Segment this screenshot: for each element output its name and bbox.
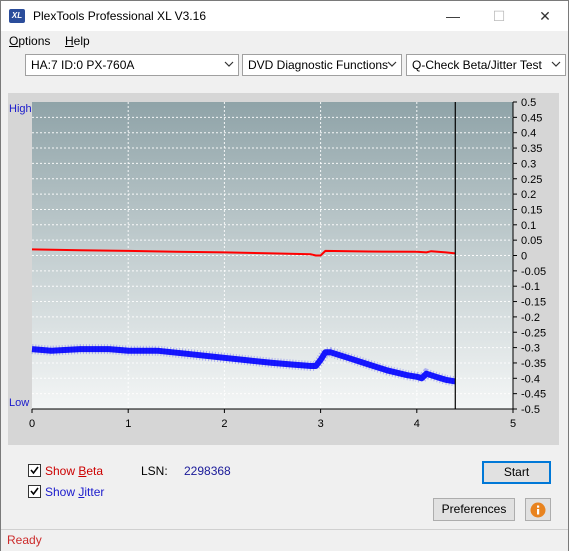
status-text: Ready (7, 533, 42, 547)
x-tick-label: 0 (29, 418, 35, 430)
y-tick-label: 0.15 (521, 204, 542, 216)
y-tick-label: 0.4 (521, 128, 536, 140)
drive-select-value: HA:7 ID:0 PX-760A (31, 58, 135, 72)
chevron-down-icon (551, 61, 561, 67)
menu-bar: Options Help (1, 31, 568, 51)
x-tick-label: 4 (414, 418, 420, 430)
app-icon: XL (9, 9, 25, 23)
y-tick-label: 0.25 (521, 174, 542, 186)
start-button[interactable]: Start (482, 461, 551, 484)
preferences-button[interactable]: Preferences (433, 498, 515, 521)
main-window: XL PlexTools Professional XL V3.16 — ☐ ✕… (0, 0, 569, 551)
y-tick-label: -0.4 (521, 373, 540, 385)
y-tick-label: -0.35 (521, 358, 546, 370)
info-icon (530, 502, 546, 518)
y-tick-label: -0.05 (521, 266, 546, 278)
function-select-value: DVD Diagnostic Functions (248, 58, 389, 72)
show-jitter-checkbox[interactable] (28, 485, 41, 498)
y-tick-label: 0.35 (521, 143, 542, 155)
lsn-label: LSN: (141, 464, 168, 478)
x-tick-label: 2 (221, 418, 227, 430)
window-title: PlexTools Professional XL V3.16 (33, 9, 206, 23)
checkmark-icon (30, 487, 39, 496)
info-button[interactable] (525, 498, 551, 521)
y-low-label: Low (9, 397, 29, 409)
y-tick-label: -0.2 (521, 312, 540, 324)
y-tick-label: 0 (521, 251, 527, 263)
checkmark-icon (30, 466, 39, 475)
y-tick-label: -0.45 (521, 389, 546, 401)
test-select-value: Q-Check Beta/Jitter Test (412, 58, 542, 72)
menu-options[interactable]: Options (9, 34, 50, 48)
y-tick-label: 0.05 (521, 235, 542, 247)
beta-jitter-chart: 0.5 0.45 0.4 0.35 0.3 0.25 0.2 0.15 0.1 0.05 0 -0.0… (9, 97, 546, 430)
close-button[interactable]: ✕ (522, 1, 568, 31)
y-tick-label: -0.1 (521, 281, 540, 293)
y-tick-label: 0.3 (521, 158, 536, 170)
y-high-label: High (9, 103, 32, 115)
menu-help[interactable]: Help (65, 34, 90, 48)
y-tick-label: -0.3 (521, 343, 540, 355)
show-beta-checkbox[interactable] (28, 464, 41, 477)
y-tick-label: 0.2 (521, 189, 536, 201)
y-tick-label: -0.25 (521, 327, 546, 339)
test-select[interactable]: Q-Check Beta/Jitter Test (406, 54, 566, 76)
maximize-button[interactable]: ☐ (476, 1, 522, 31)
function-select[interactable]: DVD Diagnostic Functions (242, 54, 402, 76)
title-bar: XL PlexTools Professional XL V3.16 — ☐ ✕ (1, 1, 568, 31)
y-tick-label: -0.15 (521, 297, 546, 309)
drive-select[interactable]: HA:7 ID:0 PX-760A (25, 54, 239, 76)
x-tick-label: 1 (125, 418, 131, 430)
chart-panel: 0.5 0.45 0.4 0.35 0.3 0.25 0.2 0.15 0.1 0.05 0 -0.0… (8, 93, 559, 445)
y-tick-label: 0.45 (521, 112, 542, 124)
chevron-down-icon (387, 61, 397, 67)
y-tick-label: 0.5 (521, 97, 536, 109)
y-tick-label: 0.1 (521, 220, 536, 232)
show-jitter-label[interactable]: Show Jitter (45, 485, 104, 499)
y-tick-label: -0.5 (521, 404, 540, 416)
x-tick-label: 5 (510, 418, 516, 430)
chevron-down-icon (224, 61, 234, 67)
lsn-value: 2298368 (184, 464, 231, 478)
show-beta-label[interactable]: Show Beta (45, 464, 103, 478)
status-bar: Ready (1, 529, 568, 551)
x-tick-label: 3 (318, 418, 324, 430)
minimize-button[interactable]: — (430, 1, 476, 31)
